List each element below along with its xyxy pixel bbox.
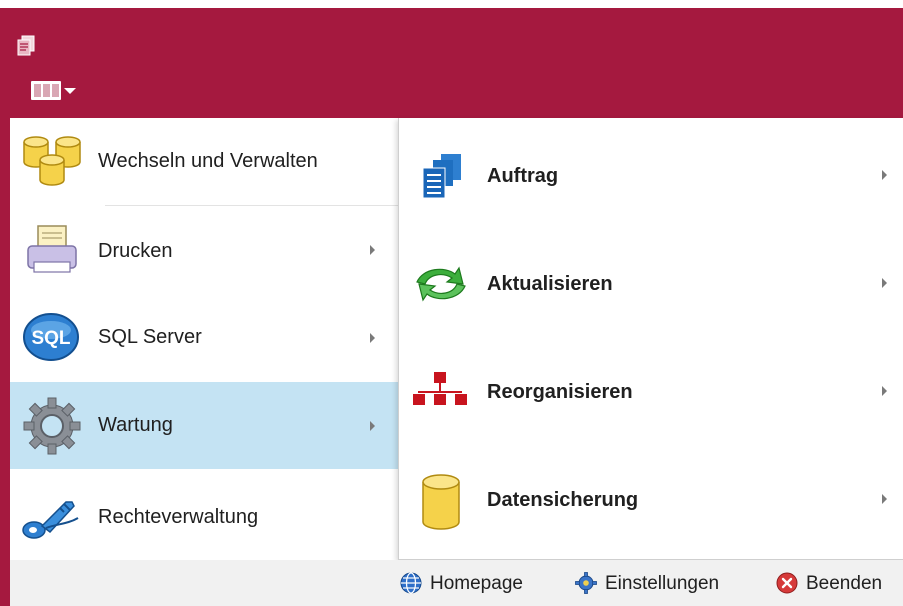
documents-icon	[422, 154, 461, 199]
exit-button[interactable]: Beenden	[776, 568, 901, 598]
menu-item-label: Wechseln und Verwalten	[98, 150, 318, 172]
menu-item-rechteverwaltung[interactable]: Rechteverwaltung	[10, 470, 398, 558]
key-icon	[22, 501, 79, 539]
menu-footer: Homepage Einstellungen Beenden	[10, 560, 903, 606]
application-menu-button[interactable]	[30, 78, 84, 104]
gear-icon	[23, 397, 81, 455]
application-menu-pane: Wechseln und Verwalten Drucken SQL SQL S…	[10, 118, 398, 559]
submenu-item-datensicherung[interactable]: Datensicherung	[399, 450, 903, 550]
settings-button[interactable]: Einstellungen	[575, 568, 750, 598]
title-bar	[0, 0, 903, 118]
menu-item-drucken[interactable]: Drucken	[10, 206, 398, 293]
chevron-right-icon	[882, 386, 887, 396]
menu-item-label: Rechteverwaltung	[98, 506, 259, 528]
settings-label: Einstellungen	[605, 573, 720, 594]
submenu-item-reorganisieren[interactable]: Reorganisieren	[399, 342, 903, 442]
chevron-right-icon	[882, 170, 887, 180]
menu-item-wechseln-und-verwalten[interactable]: Wechseln und Verwalten	[10, 118, 398, 205]
settings-gear-icon	[575, 572, 597, 594]
menu-item-label: SQL Server	[98, 326, 202, 348]
submenu-item-aktualisieren[interactable]: Aktualisieren	[399, 234, 903, 334]
submenu-item-label: Reorganisieren	[487, 381, 633, 403]
submenu-item-auftrag[interactable]: Auftrag	[399, 126, 903, 226]
chevron-right-icon	[370, 245, 375, 255]
window-top-edge	[0, 0, 903, 8]
homepage-button[interactable]: Homepage	[400, 568, 550, 598]
wartung-submenu: Auftrag Aktualisieren Reorganisieren Dat…	[398, 118, 903, 560]
menu-item-label: Drucken	[98, 240, 173, 262]
submenu-item-label: Auftrag	[487, 165, 559, 187]
chevron-right-icon	[882, 278, 887, 288]
submenu-item-label: Aktualisieren	[487, 273, 613, 295]
sql-icon: SQL	[23, 313, 79, 361]
refresh-arrows-icon	[416, 266, 466, 302]
database-stack-icon	[23, 136, 81, 186]
printer-icon	[27, 225, 77, 273]
window-left-border	[0, 118, 10, 606]
chevron-down-icon	[64, 88, 76, 94]
globe-icon	[400, 572, 422, 594]
exit-label: Beenden	[806, 573, 883, 594]
exit-icon	[776, 572, 798, 594]
sql-icon-text: SQL	[31, 328, 70, 349]
app-icon	[17, 35, 35, 56]
chevron-right-icon	[370, 421, 375, 431]
chevron-right-icon	[882, 494, 887, 504]
hierarchy-icon	[413, 372, 467, 405]
submenu-item-label: Datensicherung	[487, 489, 639, 511]
chevron-right-icon	[370, 333, 375, 343]
database-icon	[422, 474, 460, 530]
menu-item-sql-server[interactable]: SQL SQL Server	[10, 294, 398, 381]
menu-item-label: Wartung	[98, 414, 173, 436]
menu-item-wartung[interactable]: Wartung	[10, 382, 398, 469]
homepage-label: Homepage	[430, 573, 523, 594]
